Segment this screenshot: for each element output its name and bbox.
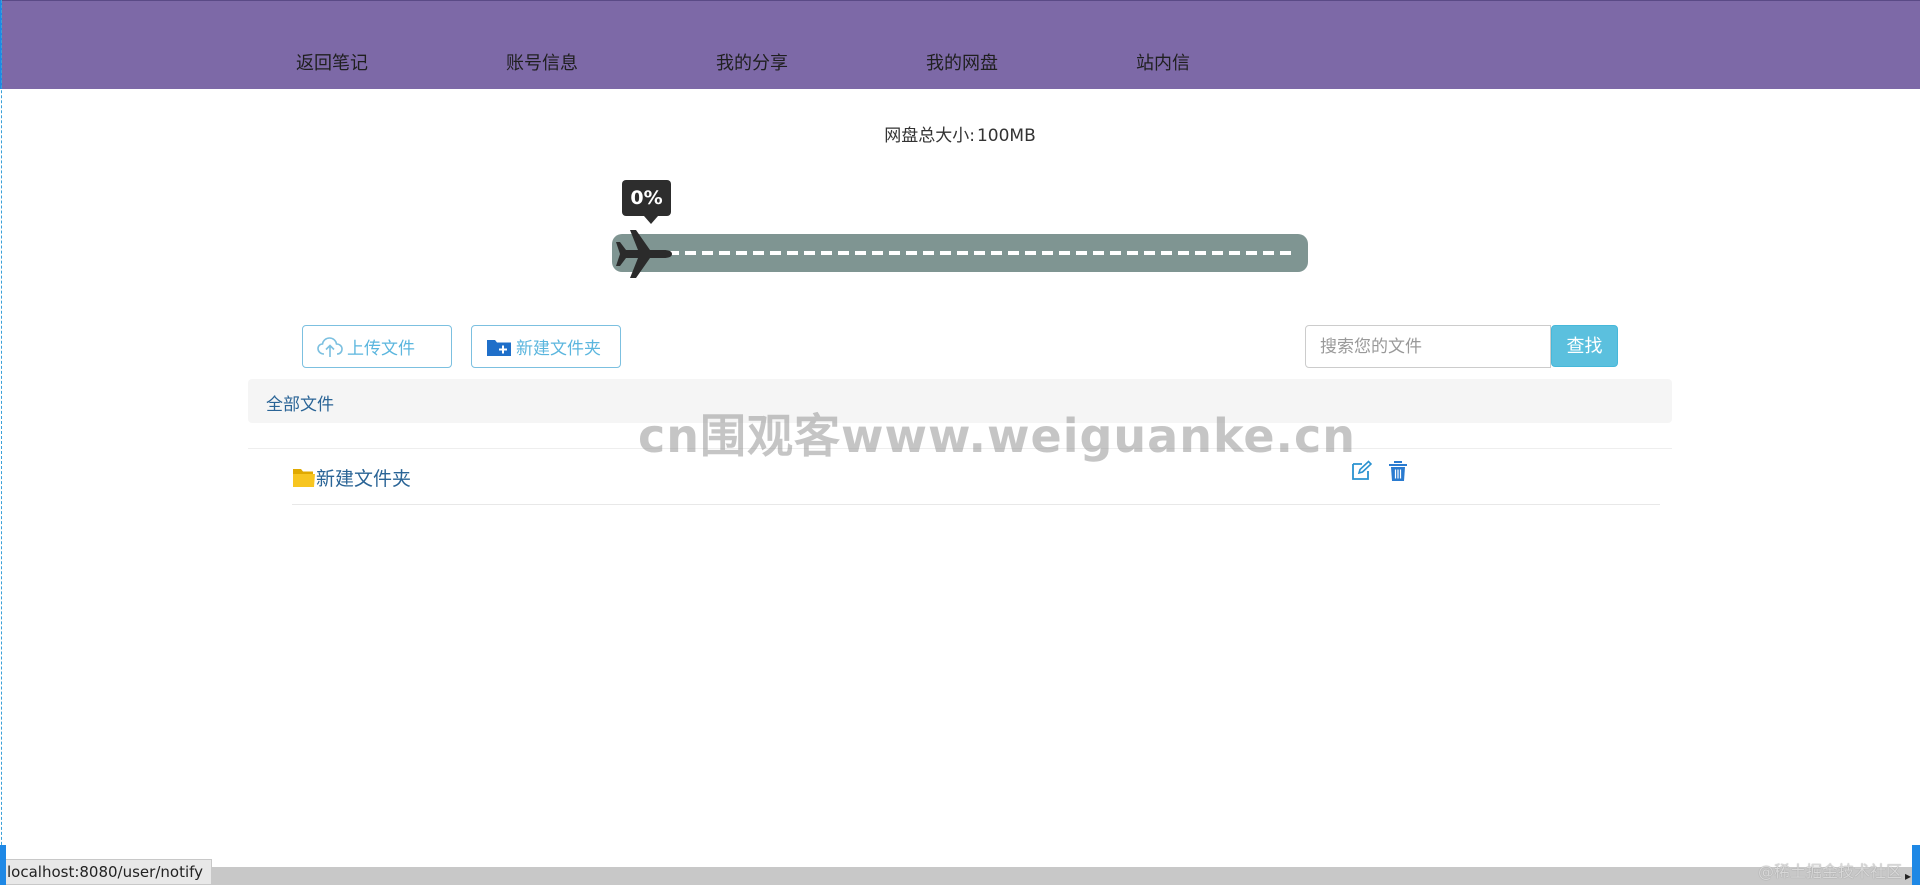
upload-file-button[interactable]: 上传文件 [302,325,452,368]
page-left-border [1,0,2,885]
new-folder-label: 新建文件夹 [516,339,601,358]
search-button[interactable]: 查找 [1551,325,1618,367]
storage-capacity: 网盘总大小: 100MB [0,125,1920,147]
watermark-text: cn围观客www.weiguanke.cn [638,409,1357,463]
nav-item-account-info[interactable]: 账号信息 [506,51,578,77]
status-bar-url: localhost:8080/user/notify [0,859,213,885]
folder-icon [293,469,315,487]
upload-file-label: 上传文件 [347,339,415,358]
cloud-upload-icon [317,336,343,357]
storage-usage-progress-bar [612,234,1308,272]
credit-watermark: @稀土掘金技术社区 [1757,862,1902,881]
nav-item-back-to-notes[interactable]: 返回笔记 [296,51,368,77]
file-row-divider [292,504,1660,505]
airplane-icon [616,230,672,278]
nav-item-my-drive[interactable]: 我的网盘 [926,51,998,77]
breadcrumb-all-files[interactable]: 全部文件 [266,390,334,415]
nav-item-messages[interactable]: 站内信 [1136,51,1190,77]
file-name-link[interactable]: 新建文件夹 [316,464,411,491]
horizontal-scrollbar[interactable] [0,867,1920,885]
storage-capacity-value: 100MB [976,126,1036,146]
new-folder-button[interactable]: 新建文件夹 [471,325,621,368]
storage-capacity-label: 网盘总大小: [884,126,975,146]
folder-plus-icon [487,339,511,356]
top-navigation-bar: 返回笔记 账号信息 我的分享 我的网盘 站内信 [0,0,1920,89]
file-list-row: 新建文件夹 [292,460,1660,504]
search-files-input[interactable] [1305,325,1551,368]
nav-item-my-shares[interactable]: 我的分享 [716,51,788,77]
progress-dashed-path [668,251,1292,255]
trash-icon[interactable] [1388,460,1408,482]
usage-percent-tooltip: 0% [622,180,671,216]
usage-tooltip-arrow [644,216,658,224]
scroll-right-arrow-icon[interactable]: ▸ [1905,869,1911,883]
window-edge-left [0,845,6,885]
window-edge-right [1912,845,1920,885]
